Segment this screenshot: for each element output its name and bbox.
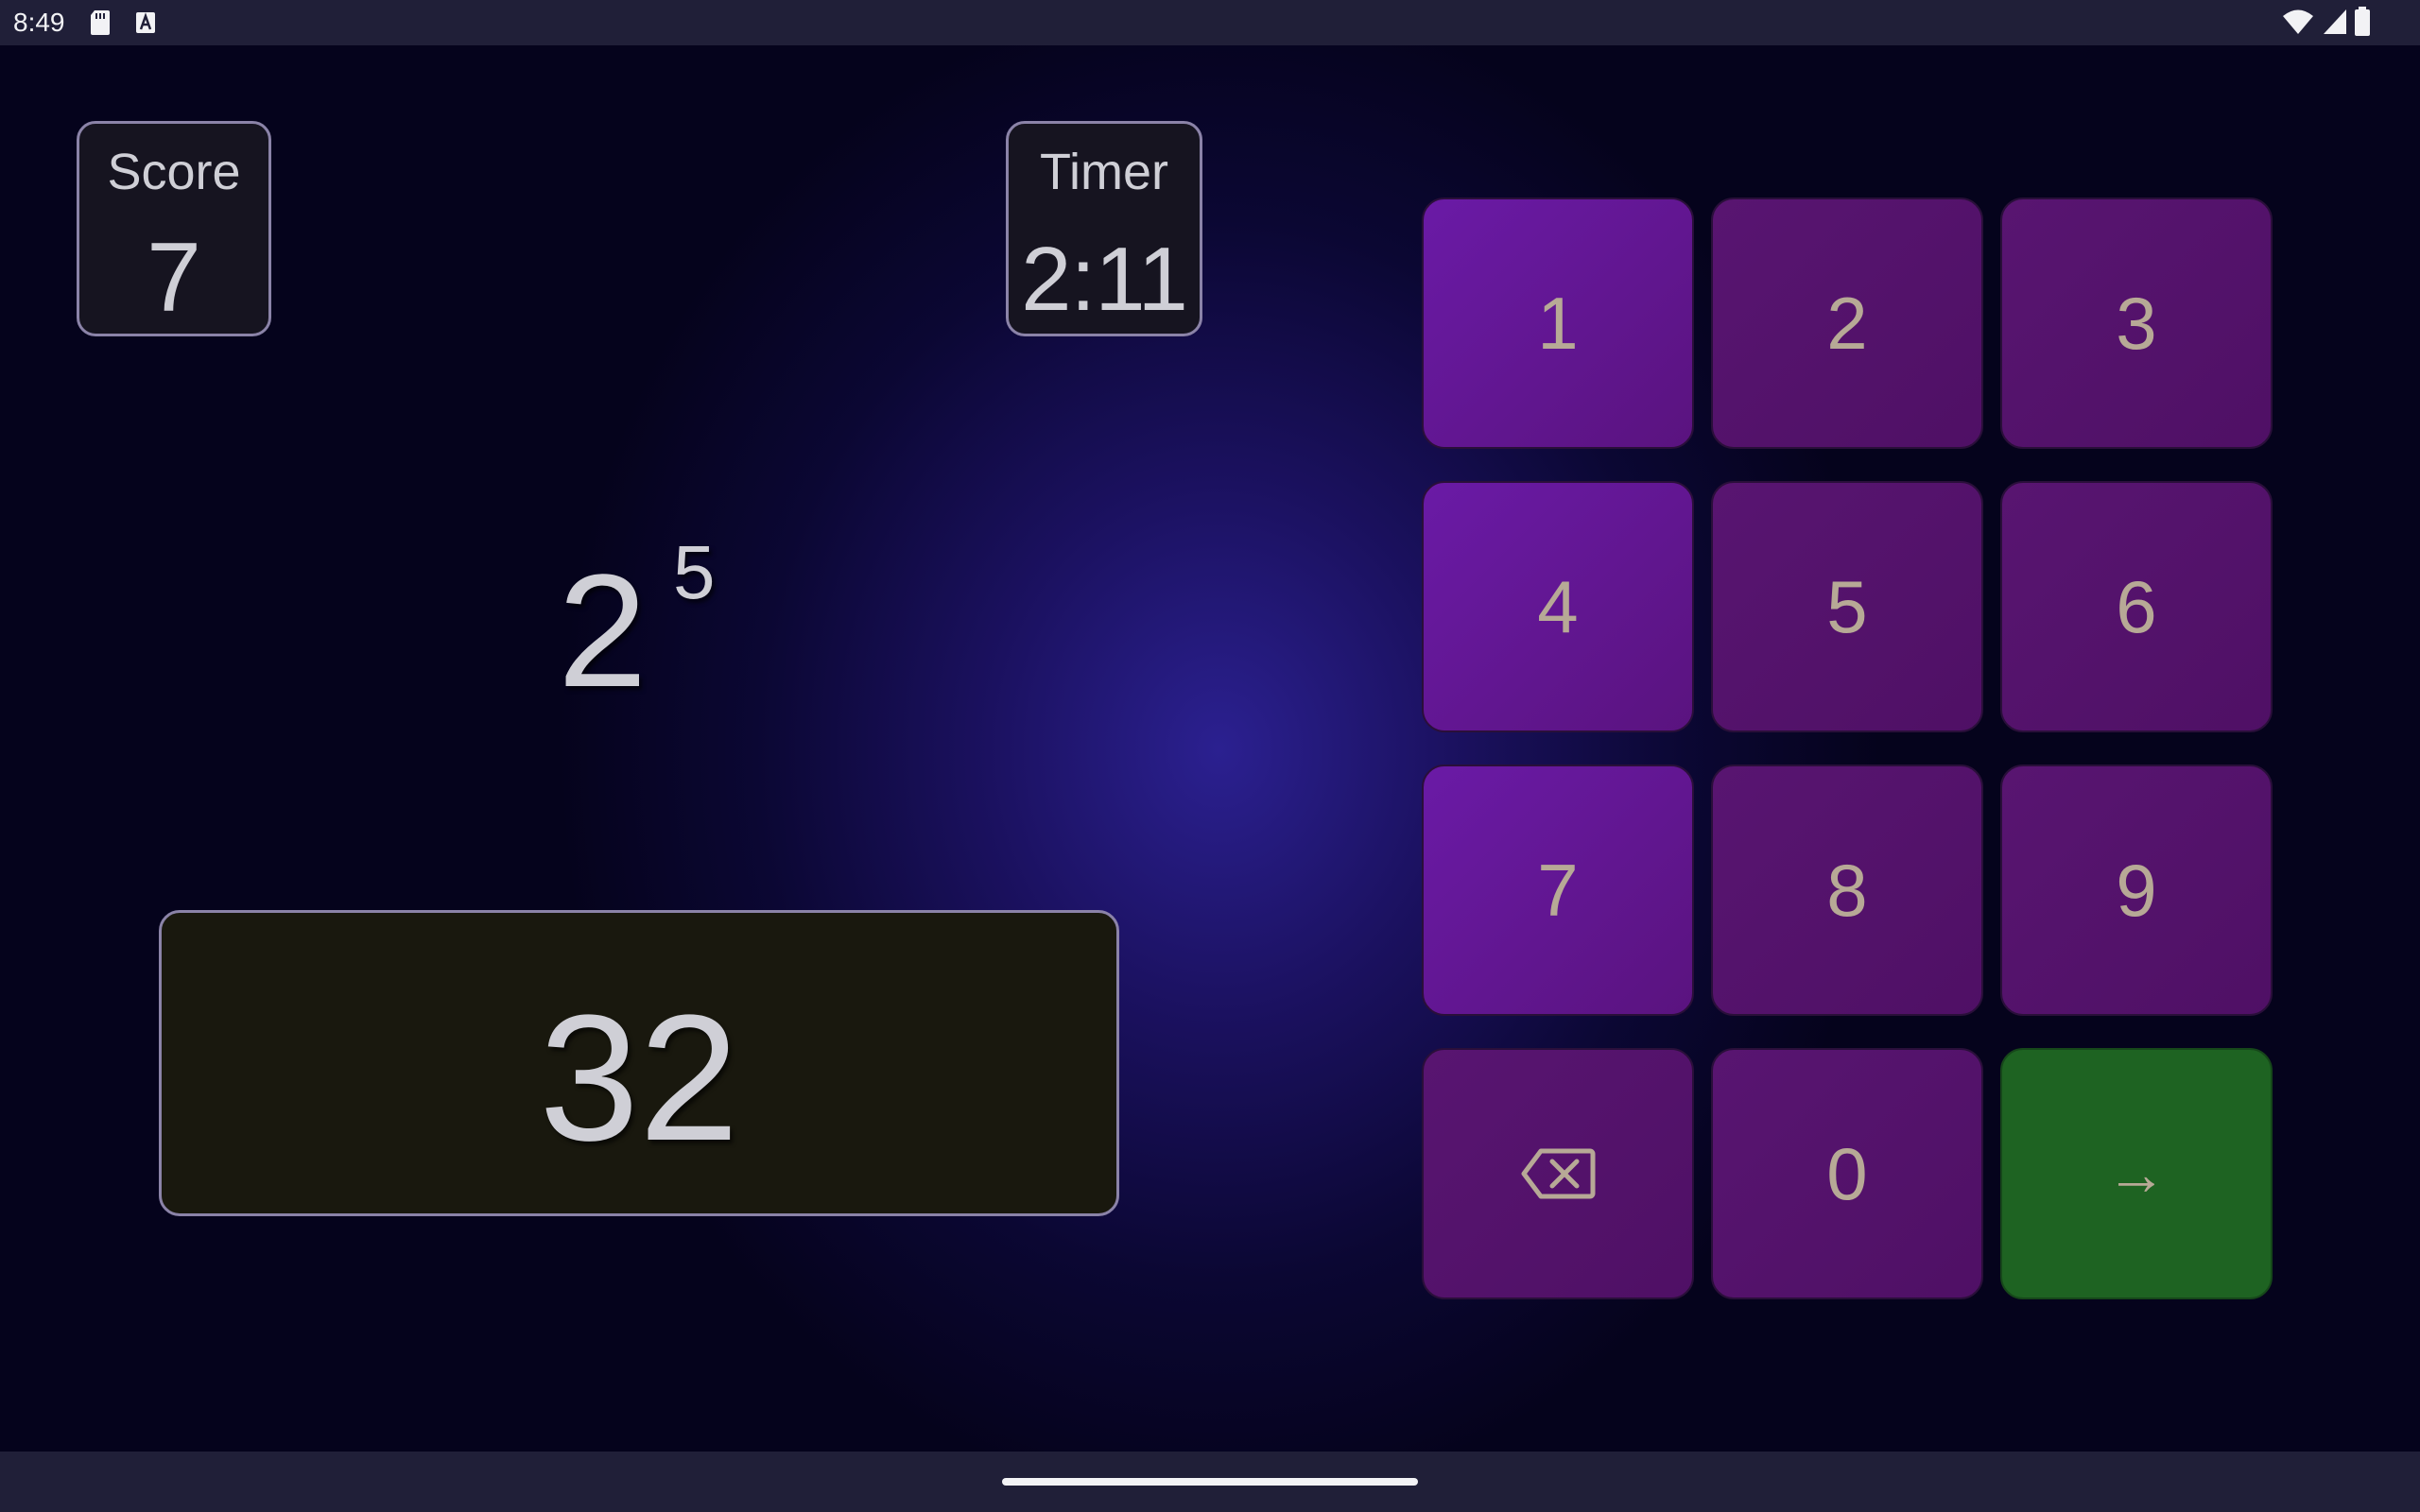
key-7-label: 7 [1537, 848, 1579, 932]
key-9-label: 9 [2116, 848, 2157, 932]
key-1-label: 1 [1537, 281, 1579, 365]
key-6[interactable]: 6 [2000, 481, 2273, 732]
key-4-label: 4 [1537, 564, 1579, 648]
key-3[interactable]: 3 [2000, 198, 2273, 449]
key-7[interactable]: 7 [1422, 765, 1694, 1016]
battery-icon [2354, 7, 2371, 42]
timer-label: Timer [1040, 144, 1168, 200]
backspace-button[interactable] [1422, 1048, 1694, 1299]
key-2[interactable]: 2 [1711, 198, 1983, 449]
cell-signal-icon [2322, 8, 2348, 41]
home-gesture-handle[interactable] [1002, 1478, 1418, 1486]
timer-value: 2:11 [1021, 229, 1188, 330]
key-8-label: 8 [1826, 848, 1868, 932]
key-2-label: 2 [1826, 281, 1868, 365]
key-1[interactable]: 1 [1422, 198, 1694, 449]
keyboard-a-icon [134, 9, 157, 41]
answer-value: 32 [539, 978, 739, 1178]
sd-card-icon [89, 9, 112, 41]
key-9[interactable]: 9 [2000, 765, 2273, 1016]
status-bar: 8:49 [0, 0, 2420, 45]
score-value: 7 [147, 223, 201, 333]
key-5-label: 5 [1826, 564, 1868, 648]
key-6-label: 6 [2116, 564, 2157, 648]
key-0-label: 0 [1826, 1131, 1868, 1215]
timer-box: Timer 2:11 [1006, 121, 1202, 336]
app-screen: 8:49 Score 7 Timer 2:11 2 5 32 1 2 3 4 5… [0, 0, 2420, 1512]
score-label: Score [107, 144, 241, 200]
status-time: 8:49 [13, 8, 65, 37]
key-0[interactable]: 0 [1711, 1048, 1983, 1299]
question-base: 2 [558, 541, 648, 721]
key-5[interactable]: 5 [1711, 481, 1983, 732]
answer-display: 32 [159, 910, 1119, 1216]
question-exponent: 5 [673, 530, 716, 614]
backspace-icon [1520, 1147, 1596, 1200]
wifi-icon [2282, 8, 2314, 41]
key-4[interactable]: 4 [1422, 481, 1694, 732]
submit-button[interactable]: → [2000, 1048, 2273, 1299]
navigation-bar [0, 1452, 2420, 1512]
key-8[interactable]: 8 [1711, 765, 1983, 1016]
score-box: Score 7 [77, 121, 271, 336]
question-expression: 2 5 [558, 529, 766, 721]
submit-arrow-icon: → [2106, 1140, 2167, 1208]
numeric-keypad: 1 2 3 4 5 6 7 8 9 0 → [1422, 198, 2274, 1299]
key-3-label: 3 [2116, 281, 2157, 365]
